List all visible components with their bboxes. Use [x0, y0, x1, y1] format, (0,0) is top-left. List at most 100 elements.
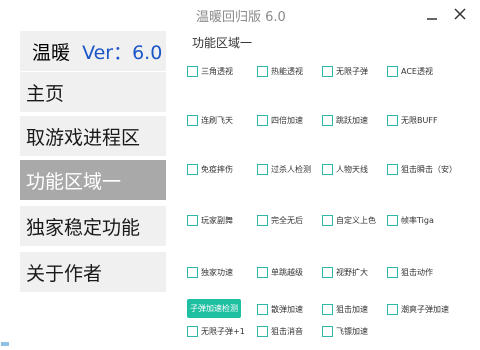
checkbox-option[interactable]: 无限BUFF [387, 113, 438, 127]
checkbox-label: 帧率Tiga [401, 215, 434, 225]
checkbox-box[interactable] [257, 303, 268, 315]
nav-item-label: 关于作者 [26, 262, 103, 285]
checkbox-box[interactable] [322, 65, 333, 77]
checkbox-option[interactable]: 视野扩大 [322, 265, 368, 279]
checkbox-box[interactable] [187, 65, 198, 77]
checkbox-box[interactable] [257, 266, 268, 278]
nav-item-feature-area-one[interactable]: 功能区域一 [20, 160, 166, 200]
checkbox-option[interactable]: 狙击加速 [322, 302, 368, 316]
checkbox-option[interactable]: 四倍加速 [257, 113, 303, 127]
checkbox-label: 散弹加速 [271, 304, 303, 314]
app-name: 温暖 [32, 41, 71, 64]
checkbox-box[interactable] [387, 214, 398, 226]
checkbox-box[interactable] [322, 163, 333, 175]
checkbox-box[interactable] [322, 303, 333, 315]
checkbox-option[interactable]: 跳跃加速 [322, 113, 368, 127]
checkbox-option[interactable]: 免疫摔伤 [187, 162, 233, 176]
checkbox-box[interactable] [187, 325, 198, 337]
checkbox-label: 完全无后 [271, 215, 303, 225]
checkbox-box[interactable] [187, 114, 198, 126]
minimize-button[interactable] [420, 4, 444, 24]
checkbox-label: 自定义上色 [336, 215, 376, 225]
checkbox-label: 无限子弹 [336, 66, 368, 76]
corner-logo-icon [1, 342, 9, 346]
nav-item-label: 功能区域一 [26, 170, 122, 193]
checkbox-option[interactable]: 帧率Tiga [387, 213, 434, 227]
checkbox-box[interactable] [387, 303, 398, 315]
checkbox-label: 潮爽子弹加速 [401, 304, 449, 314]
checkbox-box[interactable] [387, 114, 398, 126]
checkbox-label: 单跳越级 [271, 267, 303, 277]
checkbox-option[interactable]: 单跳越级 [257, 265, 303, 279]
checkbox-box[interactable] [322, 325, 333, 337]
checkbox-option[interactable]: 潮爽子弹加速 [387, 302, 449, 316]
checkbox-box[interactable] [322, 214, 333, 226]
window-title: 温暖回归版 6.0 [196, 10, 286, 25]
checkbox-option[interactable]: 玩家副舞 [187, 213, 233, 227]
nav-item-label: 取游戏进程区 [26, 126, 141, 149]
bullet-speed-detect-button[interactable]: 子弹加速检测 [187, 299, 241, 318]
checkbox-option[interactable]: 连刷飞天 [187, 113, 233, 127]
checkbox-option[interactable]: 狙击消音 [257, 324, 303, 338]
checkbox-label: 独家功速 [201, 267, 233, 277]
checkbox-label: 跳跃加速 [336, 115, 368, 125]
section-title: 功能区域一 [192, 36, 253, 50]
checkbox-box[interactable] [322, 266, 333, 278]
checkbox-label: 无限子弹+1 [201, 326, 245, 336]
checkbox-option[interactable]: 飞镖加速 [322, 324, 368, 338]
checkbox-option[interactable]: 狙击瞬击（安） [387, 162, 457, 176]
sidebar: 温暖 Ver：6.0 主页 取游戏进程区 功能区域一 独家稳定功能 关于作者 [0, 28, 172, 350]
checkbox-label: 飞镖加速 [336, 326, 368, 336]
checkbox-option[interactable]: 自定义上色 [322, 213, 376, 227]
checkbox-box[interactable] [257, 214, 268, 226]
nav-item-about-author[interactable]: 关于作者 [20, 252, 166, 292]
minimize-icon [427, 18, 437, 20]
checkbox-label: 玩家副舞 [201, 215, 233, 225]
nav-item-get-game-process[interactable]: 取游戏进程区 [20, 116, 166, 156]
checkbox-label: 狙击瞬击（安） [401, 164, 457, 174]
checkbox-box[interactable] [257, 65, 268, 77]
nav-item-label: 主页 [26, 82, 65, 105]
checkbox-box[interactable] [387, 65, 398, 77]
checkbox-box[interactable] [187, 266, 198, 278]
checkbox-option[interactable]: 独家功速 [187, 265, 233, 279]
checkbox-label: 三角透视 [201, 66, 233, 76]
checkbox-box[interactable] [387, 163, 398, 175]
version-header: 温暖 Ver：6.0 [20, 31, 166, 71]
nav-item-label: 独家稳定功能 [26, 216, 141, 239]
checkbox-option[interactable]: 过杀人检测 [257, 162, 311, 176]
checkbox-option[interactable]: 三角透视 [187, 64, 233, 78]
checkbox-option[interactable]: 无限子弹 [322, 64, 368, 78]
checkbox-label: ACE透视 [401, 66, 433, 76]
checkbox-box[interactable] [387, 266, 398, 278]
checkbox-option[interactable]: 人物天线 [322, 162, 368, 176]
close-icon [454, 8, 466, 20]
checkbox-box[interactable] [257, 163, 268, 175]
checkbox-label: 热能透视 [271, 66, 303, 76]
checkbox-box[interactable] [257, 114, 268, 126]
nav-item-home[interactable]: 主页 [20, 72, 166, 112]
checkbox-label: 狙击加速 [336, 304, 368, 314]
version-label: Ver：6.0 [82, 41, 163, 64]
checkbox-option[interactable]: 散弹加速 [257, 302, 303, 316]
checkbox-box[interactable] [187, 214, 198, 226]
checkbox-label: 人物天线 [336, 164, 368, 174]
checkbox-label: 连刷飞天 [201, 115, 233, 125]
checkbox-option[interactable]: 完全无后 [257, 213, 303, 227]
button-label: 子弹加速检测 [190, 304, 238, 313]
checkbox-box[interactable] [187, 163, 198, 175]
checkbox-option[interactable]: 狙击动作 [387, 265, 433, 279]
checkbox-option[interactable]: 无限子弹+1 [187, 324, 245, 338]
checkbox-label: 狙击动作 [401, 267, 433, 277]
checkbox-label: 四倍加速 [271, 115, 303, 125]
checkbox-label: 视野扩大 [336, 267, 368, 277]
checkbox-box[interactable] [322, 114, 333, 126]
close-button[interactable] [448, 4, 472, 24]
checkbox-option[interactable]: 热能透视 [257, 64, 303, 78]
checkbox-box[interactable] [257, 325, 268, 337]
nav-item-exclusive-stable[interactable]: 独家稳定功能 [20, 206, 166, 246]
checkbox-label: 免疫摔伤 [201, 164, 233, 174]
checkbox-label: 过杀人检测 [271, 164, 311, 174]
title-bar: 温暖回归版 6.0 [0, 0, 480, 28]
checkbox-option[interactable]: ACE透视 [387, 64, 433, 78]
